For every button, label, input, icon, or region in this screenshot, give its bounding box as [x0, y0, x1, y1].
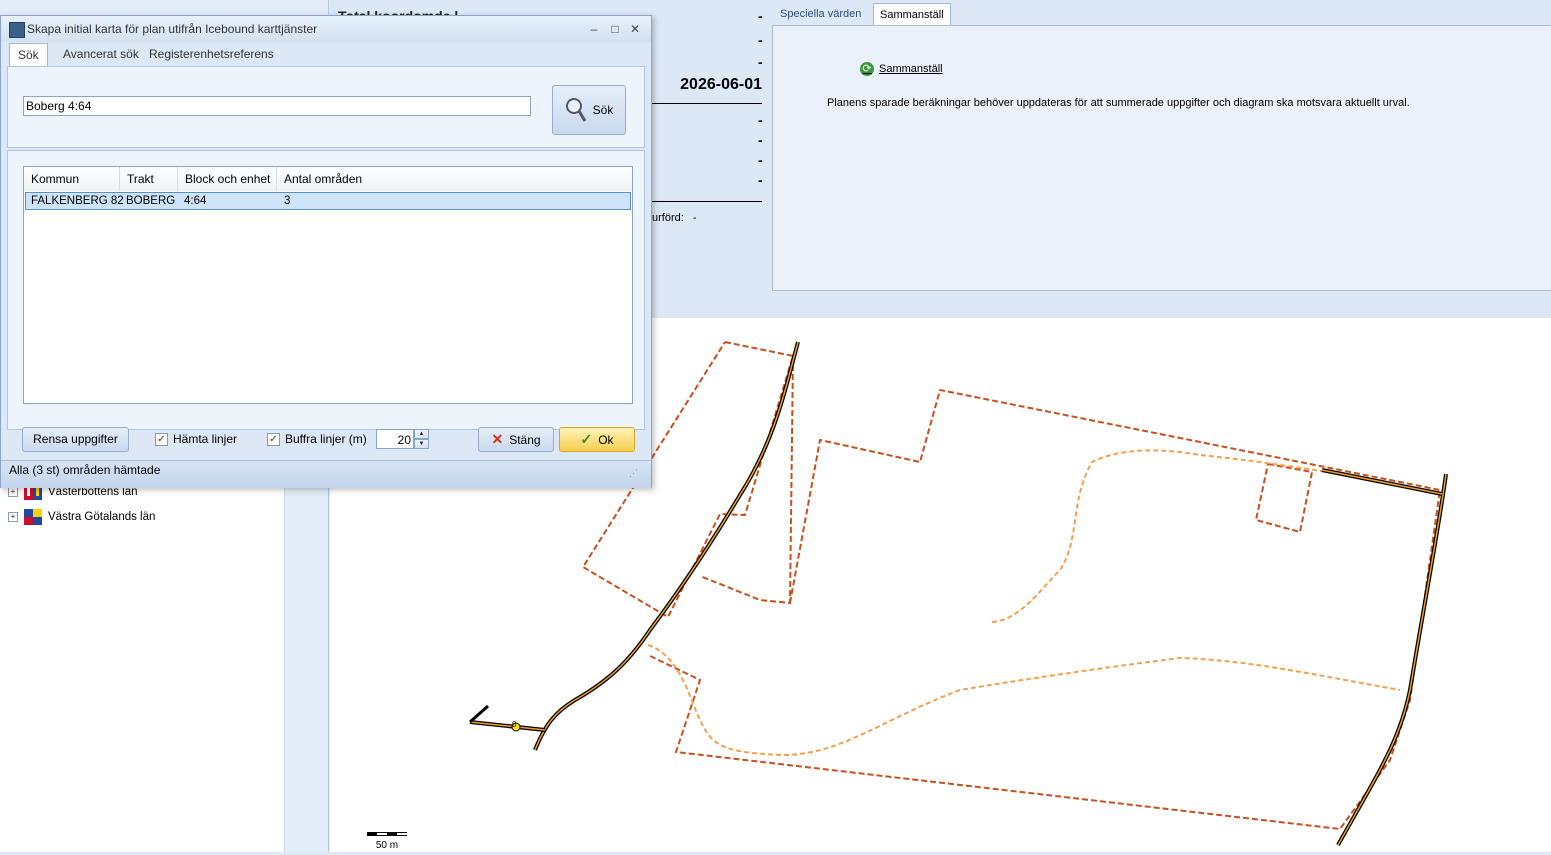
tab-speciella-varden[interactable]: Speciella värden [774, 3, 867, 25]
close-dialog-label: Stäng [509, 432, 541, 447]
scale-bar: 50 m [367, 826, 409, 851]
sammanstall-link[interactable]: ⟳ Sammanställ [860, 62, 943, 76]
summary-value: - [758, 8, 763, 24]
summary-value: - [758, 112, 763, 128]
create-map-dialog: Skapa initial karta för plan utifrån Ice… [0, 15, 652, 488]
summary-value: - [758, 152, 763, 168]
search-input[interactable]: Boberg 4:64 [23, 96, 531, 116]
boundary-line [1254, 463, 1314, 534]
table-row[interactable]: FALKENBERG 82 BOBERG 4:64 3 [25, 192, 631, 210]
info-text: Planens sparade beräkningar behöver uppd… [827, 97, 1410, 109]
tab-sok[interactable]: Sök [9, 43, 48, 66]
road-line [1337, 473, 1447, 846]
genomford-label: urförd: [652, 212, 684, 224]
spin-down-icon[interactable]: ▼ [414, 439, 429, 449]
node-marker-label: 0 [512, 720, 517, 729]
boundary-line [699, 355, 794, 605]
summary-value: - [758, 32, 763, 48]
refresh-icon: ⟳ [860, 62, 874, 76]
expand-icon[interactable]: + [8, 512, 18, 522]
summary-date: 2026-06-01 [680, 76, 762, 93]
dialog-title: Skapa initial karta för plan utifrån Ice… [27, 22, 318, 36]
road-line [1336, 473, 1448, 846]
checkmark-icon: ✓ [267, 432, 280, 446]
path-line [991, 449, 1361, 623]
road-line [1321, 469, 1443, 495]
road-line [469, 721, 546, 731]
close-dialog-button[interactable]: ✕ Stäng [478, 427, 554, 452]
buffer-spinner: ▲ ▼ [414, 429, 429, 449]
ok-label: Ok [598, 432, 614, 447]
cell-kommun: FALKENBERG 82 [31, 195, 124, 207]
clear-button[interactable]: Rensa uppgifter [22, 427, 129, 452]
expand-icon[interactable]: + [8, 487, 18, 497]
close-button[interactable]: ✕ [626, 20, 644, 38]
search-button-label: Sök [592, 103, 614, 117]
column-header-kommun[interactable]: Kommun [24, 167, 120, 191]
buffer-lines-label: Buffra linjer (m) [285, 432, 367, 446]
tab-registerenhetsreferens[interactable]: Registerenhetsreferens [141, 43, 282, 65]
region-tree [0, 470, 285, 852]
app-icon [9, 22, 25, 38]
cell-trakt: BOBERG [126, 195, 176, 207]
coat-of-arms-icon [22, 508, 44, 526]
divider [652, 201, 762, 202]
tab-avancerat-sok[interactable]: Avancerat sök [55, 43, 147, 65]
road-line [469, 704, 489, 724]
sammanstall-link-label: Sammanställ [879, 63, 943, 75]
summary-value: - [758, 54, 763, 70]
close-icon: ✕ [491, 431, 504, 447]
status-text: Alla (3 st) områden hämtade [9, 463, 161, 477]
results-grid: Kommun Trakt Block och enhet Antal områd… [23, 166, 633, 404]
minimize-button[interactable]: ‒ [585, 20, 603, 38]
fetch-lines-checkbox[interactable]: ✓ Hämta linjer [155, 432, 237, 446]
scale-label: 50 m [375, 840, 399, 851]
search-icon [565, 97, 587, 123]
cell-antal: 3 [284, 195, 291, 207]
column-header-block[interactable]: Block och enhet [178, 167, 277, 191]
summary-value: - [758, 172, 763, 188]
path-line [647, 644, 1401, 757]
tree-item-vastra-gotaland[interactable]: + Västra Götalands län [8, 507, 155, 527]
search-button[interactable]: Sök [552, 85, 626, 135]
spin-up-icon[interactable]: ▲ [414, 429, 429, 439]
tab-sammanstall[interactable]: Sammanställ [873, 3, 951, 26]
buffer-lines-checkbox[interactable]: ✓ Buffra linjer (m) [267, 432, 367, 446]
column-header-trakt[interactable]: Trakt [120, 167, 178, 191]
cell-block: 4:64 [184, 195, 207, 207]
buffer-value-input[interactable]: 20 [376, 429, 414, 449]
checkmark-icon: ✓ [155, 432, 168, 446]
ok-button[interactable]: ✓ Ok [559, 427, 635, 452]
genomford-value: - [692, 212, 697, 224]
boundary-line [647, 388, 1442, 831]
resize-grip-icon[interactable]: ⋰ [629, 468, 641, 480]
divider [652, 103, 762, 104]
maximize-button[interactable]: □ [606, 20, 624, 38]
column-header-antal[interactable]: Antal områden [277, 167, 632, 191]
summary-value: - [758, 132, 763, 148]
check-icon: ✓ [580, 431, 593, 447]
fetch-lines-label: Hämta linjer [173, 432, 238, 446]
tree-item-label: Västra Götalands län [48, 511, 156, 523]
genomford-row: urförd: - [652, 212, 697, 224]
